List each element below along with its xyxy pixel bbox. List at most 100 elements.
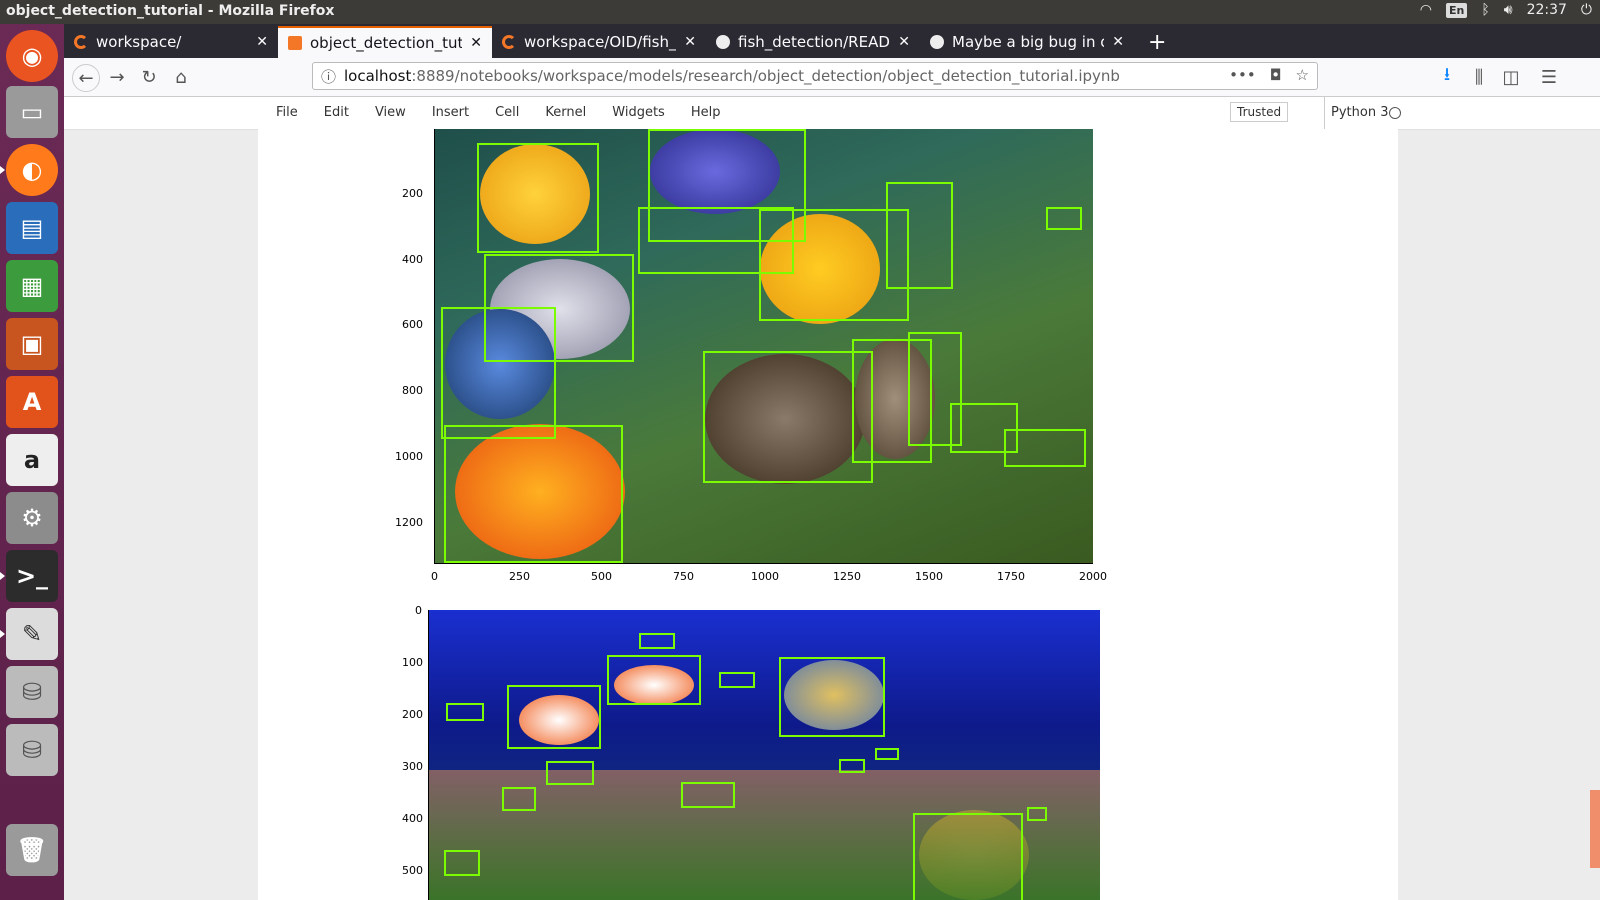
detection-box bbox=[502, 787, 536, 811]
top-panel: object_detection_tutorial - Mozilla Fire… bbox=[0, 0, 1600, 24]
detection-box bbox=[1027, 807, 1047, 821]
detection-box bbox=[719, 672, 755, 688]
power-icon[interactable]: ⏻ bbox=[1581, 2, 1592, 18]
menu-cell[interactable]: Cell bbox=[482, 97, 532, 129]
clock[interactable]: 22:37 bbox=[1527, 2, 1567, 18]
url-host: localhost bbox=[344, 67, 412, 85]
plot1-ytick: 400 bbox=[402, 253, 423, 266]
tab-object-detection[interactable]: object_detection_tutori ✕ bbox=[278, 26, 492, 58]
notebook-icon bbox=[288, 36, 302, 50]
plot1-ytick: 600 bbox=[402, 318, 423, 331]
detection-box bbox=[639, 633, 675, 649]
plot1-xtick: 500 bbox=[591, 570, 612, 583]
trusted-badge[interactable]: Trusted bbox=[1230, 102, 1289, 122]
jupyter-menubar: File Edit View Insert Cell Kernel Widget… bbox=[64, 97, 1600, 130]
plot2-ytick: 200 bbox=[402, 708, 423, 721]
kernel-name[interactable]: Python 3 bbox=[1324, 97, 1388, 129]
fish-detection-image-2 bbox=[429, 610, 1100, 900]
tab-big-bug[interactable]: Maybe a big bug in obje ✕ bbox=[920, 26, 1134, 58]
url-bar[interactable]: ⓘ localhost:8889/notebooks/workspace/mod… bbox=[312, 62, 1318, 90]
detection-box bbox=[913, 813, 1023, 900]
plot1-y-axis bbox=[434, 129, 435, 564]
new-tab-button[interactable]: + bbox=[1134, 26, 1180, 58]
tab-bar: workspace/ ✕ object_detection_tutori ✕ w… bbox=[64, 24, 1600, 58]
home-icon[interactable]: ⌂ bbox=[168, 64, 194, 90]
tab-workspace[interactable]: workspace/ ✕ bbox=[64, 26, 278, 58]
firefox-icon[interactable]: ◐ bbox=[0, 144, 58, 196]
plot1-ytick: 1000 bbox=[395, 450, 423, 463]
close-icon[interactable]: ✕ bbox=[470, 35, 482, 51]
more-icon[interactable]: ••• bbox=[1229, 66, 1256, 84]
detection-box bbox=[507, 685, 601, 749]
ubuntu-dash-icon[interactable]: ◉ bbox=[6, 30, 58, 82]
trash-icon[interactable]: 🗑︎ bbox=[6, 824, 58, 876]
menu-icon[interactable]: ☰ bbox=[1536, 64, 1562, 90]
detection-box bbox=[444, 850, 480, 876]
volume-icon[interactable]: 🔊︎ bbox=[1504, 2, 1513, 18]
plot1-xtick: 750 bbox=[673, 570, 694, 583]
detection-box bbox=[446, 703, 484, 721]
close-icon[interactable]: ✕ bbox=[1112, 34, 1124, 50]
plot1-xtick: 1000 bbox=[751, 570, 779, 583]
calc-icon[interactable]: ▦ bbox=[6, 260, 58, 312]
window-title: object_detection_tutorial - Mozilla Fire… bbox=[6, 3, 335, 19]
amazon-icon[interactable]: a bbox=[6, 434, 58, 486]
menu-file[interactable]: File bbox=[263, 97, 311, 129]
plot1-xtick: 1750 bbox=[997, 570, 1025, 583]
system-tray: ◠ En ᛒ 🔊︎ 22:37 ⏻ bbox=[1420, 2, 1592, 18]
tab-fish-de[interactable]: workspace/OID/fish_de ✕ bbox=[492, 26, 706, 58]
writer-icon[interactable]: ▤ bbox=[6, 202, 58, 254]
plot1-ytick: 200 bbox=[402, 187, 423, 200]
close-icon[interactable]: ✕ bbox=[684, 34, 696, 50]
wifi-icon[interactable]: ◠ bbox=[1420, 2, 1432, 18]
plot1-xtick: 2000 bbox=[1079, 570, 1107, 583]
impress-icon[interactable]: ▣ bbox=[6, 318, 58, 370]
jupyter-icon bbox=[502, 35, 516, 49]
plot2-ytick: 100 bbox=[402, 656, 423, 669]
menu-view[interactable]: View bbox=[362, 97, 419, 129]
page-scrollbar[interactable] bbox=[1590, 790, 1600, 868]
bookmark-star-icon[interactable]: ☆ bbox=[1296, 66, 1309, 84]
keyboard-layout[interactable]: En bbox=[1445, 2, 1468, 18]
forward-icon[interactable]: → bbox=[104, 64, 130, 90]
tab-readme[interactable]: fish_detection/README ✕ bbox=[706, 26, 920, 58]
menu-widgets[interactable]: Widgets bbox=[599, 97, 678, 129]
library-icon[interactable]: ⫼ bbox=[1466, 64, 1492, 90]
plot1-x-axis bbox=[434, 563, 1093, 564]
terminal-icon[interactable]: >_ bbox=[0, 550, 58, 602]
detection-box bbox=[441, 307, 556, 439]
plot2-ytick: 400 bbox=[402, 812, 423, 825]
plot2-y-axis bbox=[428, 610, 429, 900]
notebook-output: 200 400 600 800 1000 1200 0 250 500 750 … bbox=[258, 129, 1398, 900]
download-icon[interactable]: ⭳ bbox=[1434, 64, 1460, 90]
menu-edit[interactable]: Edit bbox=[311, 97, 362, 129]
plot2-ytick: 300 bbox=[402, 760, 423, 773]
navigation-bar: ← → ↻ ⌂ ⓘ localhost:8889/notebooks/works… bbox=[64, 58, 1600, 97]
reload-icon[interactable]: ↻ bbox=[136, 64, 162, 90]
detection-box bbox=[886, 182, 953, 289]
software-center-icon[interactable]: A bbox=[6, 376, 58, 428]
detection-box bbox=[681, 782, 735, 808]
close-icon[interactable]: ✕ bbox=[256, 34, 268, 50]
bluetooth-icon[interactable]: ᛒ bbox=[1481, 2, 1489, 18]
text-editor-icon[interactable]: ✎ bbox=[0, 608, 58, 660]
github-icon bbox=[716, 35, 730, 49]
close-icon[interactable]: ✕ bbox=[898, 34, 910, 50]
info-icon[interactable]: ⓘ bbox=[321, 66, 336, 87]
url-path: :8889/notebooks/workspace/models/researc… bbox=[411, 67, 1120, 85]
disk-icon-2[interactable]: ⛁ bbox=[6, 724, 58, 776]
detection-box bbox=[477, 143, 599, 253]
sidebar-icon[interactable]: ◫ bbox=[1498, 64, 1524, 90]
back-icon[interactable]: ← bbox=[72, 64, 100, 92]
plot1-xtick: 1500 bbox=[915, 570, 943, 583]
menu-kernel[interactable]: Kernel bbox=[532, 97, 599, 129]
disk-icon[interactable]: ⛁ bbox=[6, 666, 58, 718]
plot1-ytick: 800 bbox=[402, 384, 423, 397]
detection-box bbox=[703, 351, 873, 483]
menu-help[interactable]: Help bbox=[678, 97, 734, 129]
settings-icon[interactable]: ⚙ bbox=[6, 492, 58, 544]
files-icon[interactable]: ▭ bbox=[6, 86, 58, 138]
plot2-ytick: 0 bbox=[415, 604, 422, 617]
pocket-icon[interactable]: ◘ bbox=[1270, 66, 1282, 84]
menu-insert[interactable]: Insert bbox=[419, 97, 482, 129]
